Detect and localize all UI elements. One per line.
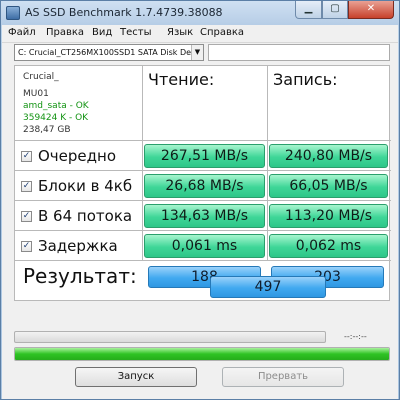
close-button[interactable]: ✕ bbox=[348, 1, 394, 19]
check-icon[interactable]: ✓ bbox=[21, 181, 32, 192]
read-value: 134,63 MB/s bbox=[144, 204, 265, 228]
driver-status: amd_sata - OK bbox=[23, 101, 89, 111]
maximize-button[interactable]: ▢ bbox=[322, 1, 348, 19]
check-icon[interactable]: ✓ bbox=[21, 211, 32, 222]
menu-edit[interactable]: Правка bbox=[46, 27, 84, 38]
read-value: 0,061 ms bbox=[144, 234, 265, 258]
client-area: C: Crucial_CT256MX100SSD1 SATA Disk De ▼… bbox=[2, 43, 398, 399]
write-column-header: Запись: bbox=[273, 70, 338, 89]
alignment-status: 359424 K - OK bbox=[23, 113, 89, 123]
minimize-button[interactable]: ▁ bbox=[295, 1, 322, 19]
check-icon[interactable]: ✓ bbox=[21, 151, 32, 162]
drive-select[interactable]: C: Crucial_CT256MX100SSD1 SATA Disk De ▼ bbox=[14, 44, 204, 61]
test-row-access-time[interactable]: ✓ Задержка bbox=[21, 237, 118, 255]
total-score: 497 bbox=[210, 276, 326, 298]
row-divider bbox=[15, 200, 391, 201]
row-divider bbox=[15, 170, 391, 171]
test-row-4k-64thrd[interactable]: ✓ В 64 потока bbox=[21, 207, 132, 225]
maximize-icon: ▢ bbox=[330, 3, 340, 14]
drive-firmware: MU01 bbox=[23, 89, 49, 99]
drive-select-value: C: Crucial_CT256MX100SSD1 SATA Disk De bbox=[18, 48, 192, 57]
test-label: В 64 потока bbox=[38, 207, 133, 225]
path-field[interactable] bbox=[208, 44, 390, 61]
window-title: AS SSD Benchmark 1.7.4739.38088 bbox=[25, 6, 223, 19]
menu-language[interactable]: Язык bbox=[167, 27, 193, 38]
result-label: Результат: bbox=[23, 264, 137, 288]
menu-view[interactable]: Вид bbox=[92, 27, 112, 38]
read-value: 26,68 MB/s bbox=[144, 174, 265, 198]
test-row-seq[interactable]: ✓ Очередно bbox=[21, 147, 116, 165]
minimize-icon: ▁ bbox=[304, 3, 313, 14]
start-button[interactable]: Запуск bbox=[75, 367, 197, 387]
write-value: 240,80 MB/s bbox=[269, 144, 388, 168]
menu-tests[interactable]: Тесты bbox=[120, 27, 151, 38]
app-window: AS SSD Benchmark 1.7.4739.38088 ▁ ▢ ✕ Фа… bbox=[0, 0, 400, 400]
test-label: Задержка bbox=[38, 237, 118, 255]
menu-help[interactable]: Справка bbox=[200, 27, 244, 38]
drive-model: Crucial_ bbox=[23, 72, 59, 82]
row-divider bbox=[15, 140, 391, 141]
total-progress-bar bbox=[14, 347, 390, 361]
title-bar[interactable]: AS SSD Benchmark 1.7.4739.38088 ▁ ▢ ✕ bbox=[1, 1, 399, 25]
test-label: Блоки в 4кб bbox=[38, 177, 133, 195]
write-value: 113,20 MB/s bbox=[269, 204, 388, 228]
chevron-down-icon[interactable]: ▼ bbox=[191, 45, 203, 60]
close-icon: ✕ bbox=[366, 3, 376, 14]
drive-size: 238,47 GB bbox=[23, 125, 71, 135]
check-icon[interactable]: ✓ bbox=[21, 241, 32, 252]
row-divider bbox=[15, 230, 391, 231]
test-label: Очередно bbox=[38, 147, 117, 165]
abort-button[interactable]: Прервать bbox=[222, 367, 344, 387]
read-value: 267,51 MB/s bbox=[144, 144, 265, 168]
total-progress-fill bbox=[15, 348, 389, 360]
write-value: 66,05 MB/s bbox=[269, 174, 388, 198]
row-divider bbox=[15, 260, 391, 261]
menu-file[interactable]: Файл bbox=[8, 27, 36, 38]
results-panel: Crucial_ MU01 amd_sata - OK 359424 K - O… bbox=[14, 65, 391, 301]
app-icon bbox=[6, 6, 20, 20]
test-row-4k[interactable]: ✓ Блоки в 4кб bbox=[21, 177, 132, 195]
read-column-header: Чтение: bbox=[148, 70, 215, 89]
test-progress-bar bbox=[14, 331, 326, 343]
elapsed-time: --:--:-- bbox=[344, 332, 367, 341]
menu-bar: Файл Правка Вид Тесты Язык Справка bbox=[2, 25, 398, 43]
write-value: 0,062 ms bbox=[269, 234, 388, 258]
